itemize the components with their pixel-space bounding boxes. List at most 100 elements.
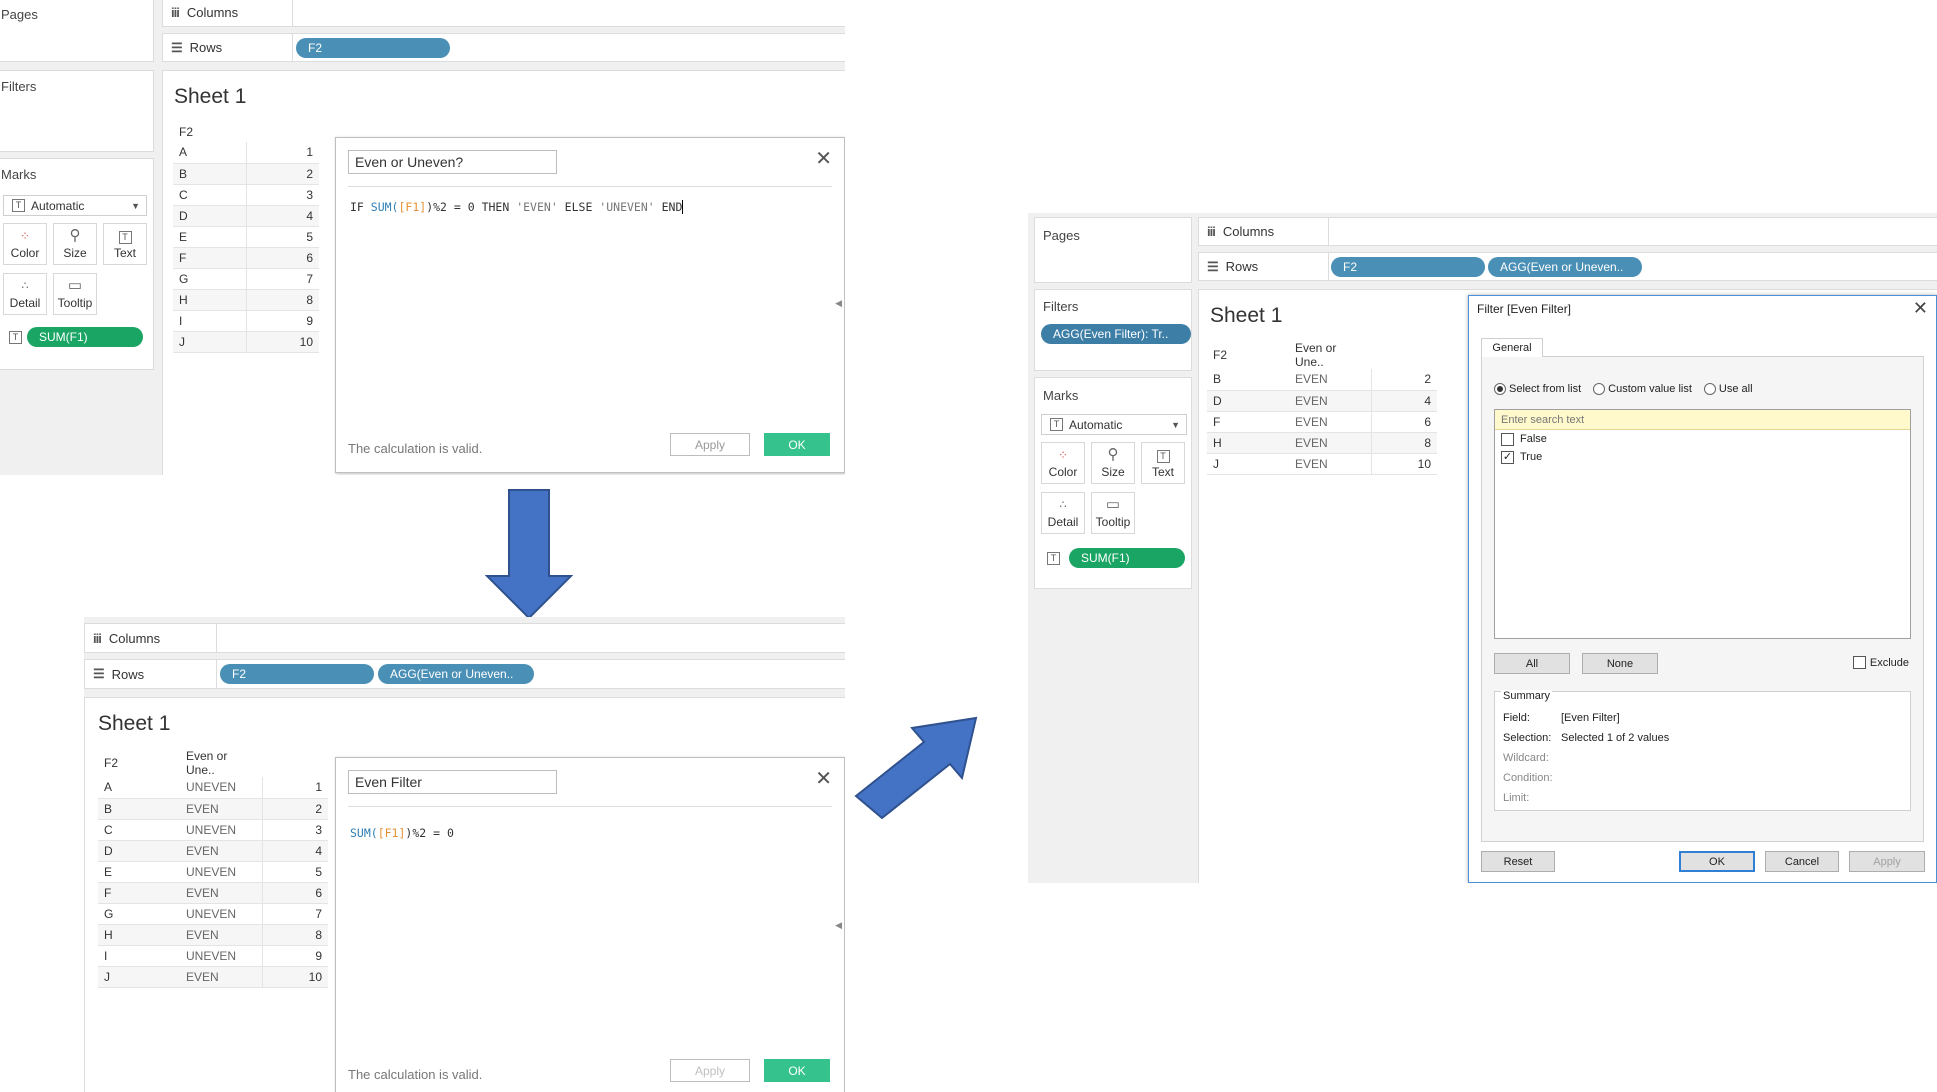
data-table: F2 A 1 B 2 C 3 D 4 E 5 F 6 G 7 H 8 I 9 J 10 (173, 122, 319, 353)
cell-sum-f1: 1 (245, 142, 319, 164)
cell-sum-f1: 5 (245, 226, 319, 248)
text-label: Text (1151, 465, 1174, 479)
detail-button[interactable]: ∴ Detail (3, 273, 47, 315)
ok-button[interactable]: OK (764, 433, 830, 456)
list-item-true[interactable]: ✓ True (1495, 448, 1910, 466)
calc-name-input[interactable]: Even or Uneven? (348, 150, 557, 174)
f2-pill[interactable]: F2 (296, 38, 450, 58)
text-icon: T (118, 228, 132, 244)
formula-editor[interactable]: IF SUM([F1])%2 = 0 THEN 'EVEN' ELSE 'UNE… (350, 200, 691, 214)
sum-f1-pill[interactable]: SUM(F1) (27, 327, 143, 347)
resize-handle-icon[interactable]: ◀ (835, 298, 842, 309)
apply-button[interactable]: Apply (670, 1059, 750, 1082)
tooltip-button[interactable]: ▭ Tooltip (1091, 492, 1135, 534)
detail-label: Detail (9, 296, 41, 310)
summary-title-label: Summary (1503, 690, 1551, 702)
columns-icon: iii (171, 5, 180, 20)
radio-use-all[interactable]: Use all (1703, 383, 1753, 396)
close-icon[interactable]: ✕ (1913, 298, 1928, 319)
text-label: Text (113, 246, 136, 260)
rows-shelf[interactable]: ☰ Rows (162, 33, 845, 62)
rows-label: Rows (1225, 259, 1259, 274)
radio-select-from-list[interactable]: Select from list (1494, 383, 1582, 396)
radio-selected-icon (1494, 383, 1506, 396)
chevron-down-icon: ▼ (1171, 419, 1180, 430)
exclude-checkbox[interactable]: Exclude (1852, 656, 1909, 669)
cell-sum-f1: 4 (1370, 390, 1437, 412)
size-button[interactable]: ⚲ Size (53, 223, 97, 265)
tab-general[interactable]: General (1481, 338, 1543, 357)
columns-shelf[interactable]: iii Columns (162, 0, 845, 27)
cell-even-or-uneven: UNEVEN (180, 861, 262, 883)
f2-pill[interactable]: F2 (220, 664, 374, 684)
detail-button[interactable]: ∴ Detail (1041, 492, 1085, 534)
f2-pill[interactable]: F2 (1331, 257, 1485, 277)
agg-even-or-uneven-pill[interactable]: AGG(Even or Uneven.. (378, 664, 534, 684)
tooltip-button[interactable]: ▭ Tooltip (53, 273, 97, 315)
close-icon[interactable]: ✕ (815, 769, 832, 789)
cell-f2: I (173, 310, 247, 332)
radio-custom-value-list[interactable]: Custom value list (1593, 383, 1692, 396)
size-button[interactable]: ⚲ Size (1091, 442, 1135, 484)
cell-f2: F (173, 247, 247, 269)
radio-select-label: Select from list (1509, 383, 1582, 395)
cell-even-or-uneven: EVEN (1289, 432, 1371, 454)
resize-handle-icon[interactable]: ◀ (835, 920, 842, 931)
cell-f2: H (173, 289, 247, 311)
code-rest: )%2 = 0 (405, 826, 454, 840)
close-icon[interactable]: ✕ (815, 149, 832, 169)
checkbox-checked-icon: ✓ (1501, 450, 1514, 464)
cell-f2: B (98, 798, 180, 820)
table-row: C3 (173, 184, 319, 206)
text-cursor (682, 200, 691, 214)
apply-button[interactable]: Apply (1849, 851, 1925, 872)
apply-button[interactable]: Apply (670, 433, 750, 456)
none-button[interactable]: None (1582, 653, 1658, 674)
checkbox-unchecked-icon (1852, 656, 1866, 669)
cell-f2: G (173, 268, 247, 290)
ok-button[interactable]: OK (1679, 851, 1755, 872)
all-button[interactable]: All (1494, 653, 1570, 674)
columns-shelf[interactable]: iii Columns (84, 623, 845, 653)
tooltip-icon: ▭ (67, 277, 83, 294)
ok-button[interactable]: OK (764, 1059, 830, 1082)
color-button[interactable]: ⁘ Color (1041, 442, 1085, 484)
search-input[interactable]: Enter search text (1495, 410, 1910, 430)
text-button[interactable]: T Text (1141, 442, 1185, 484)
agg-even-or-uneven-pill[interactable]: AGG(Even or Uneven.. (1488, 257, 1642, 277)
calc-name-input[interactable]: Even Filter (348, 770, 557, 794)
selection-label: Selection: (1503, 732, 1552, 744)
str-uneven: 'UNEVEN' (599, 200, 655, 214)
agg-even-filter-pill[interactable]: AGG(Even Filter): Tr.. (1041, 324, 1191, 344)
reset-button[interactable]: Reset (1481, 851, 1555, 872)
dialog-title: Filter [Even Filter] (1477, 302, 1572, 316)
summary-limit-row: Limit: (1503, 792, 1561, 804)
tooltip-label: Tooltip (57, 296, 93, 310)
mark-type-dropdown[interactable]: T Automatic ▼ (3, 195, 147, 216)
data-table: F2 Even or Une.. A UNEVEN 1 B EVEN 2 C UNEVEN 3 D… (98, 749, 328, 988)
formula-editor[interactable]: SUM([F1])%2 = 0 (350, 826, 454, 840)
table-row: B EVEN 2 (98, 798, 328, 820)
condition-label: Condition: (1503, 772, 1553, 784)
cell-even-or-uneven: EVEN (180, 798, 262, 820)
sum-f1-pill[interactable]: SUM(F1) (1069, 548, 1185, 568)
list-item-false[interactable]: False (1495, 430, 1910, 448)
rows-label: Rows (189, 40, 223, 55)
cell-even-or-uneven: EVEN (180, 882, 262, 904)
kw-else: ELSE (557, 200, 600, 214)
text-button[interactable]: T Text (103, 223, 147, 265)
size-label: Size (1101, 465, 1125, 479)
table-row: J EVEN 10 (1207, 453, 1437, 475)
columns-shelf[interactable]: iii Columns (1198, 217, 1937, 246)
columns-label: Columns (108, 630, 161, 646)
mark-type-dropdown[interactable]: T Automatic ▼ (1041, 414, 1187, 435)
cell-f2: H (98, 924, 180, 946)
panel-calc-even-filter: iii Columns ☰ Rows F2 AGG(Even or Uneven… (84, 617, 845, 1092)
cell-f2: H (1207, 432, 1289, 454)
radio-custom-label: Custom value list (1608, 383, 1692, 395)
rows-label: Rows (111, 666, 145, 682)
cancel-button[interactable]: Cancel (1765, 851, 1839, 872)
cell-f2: J (98, 966, 180, 988)
color-button[interactable]: ⁘ Color (3, 223, 47, 265)
pages-label: Pages (1043, 228, 1080, 243)
